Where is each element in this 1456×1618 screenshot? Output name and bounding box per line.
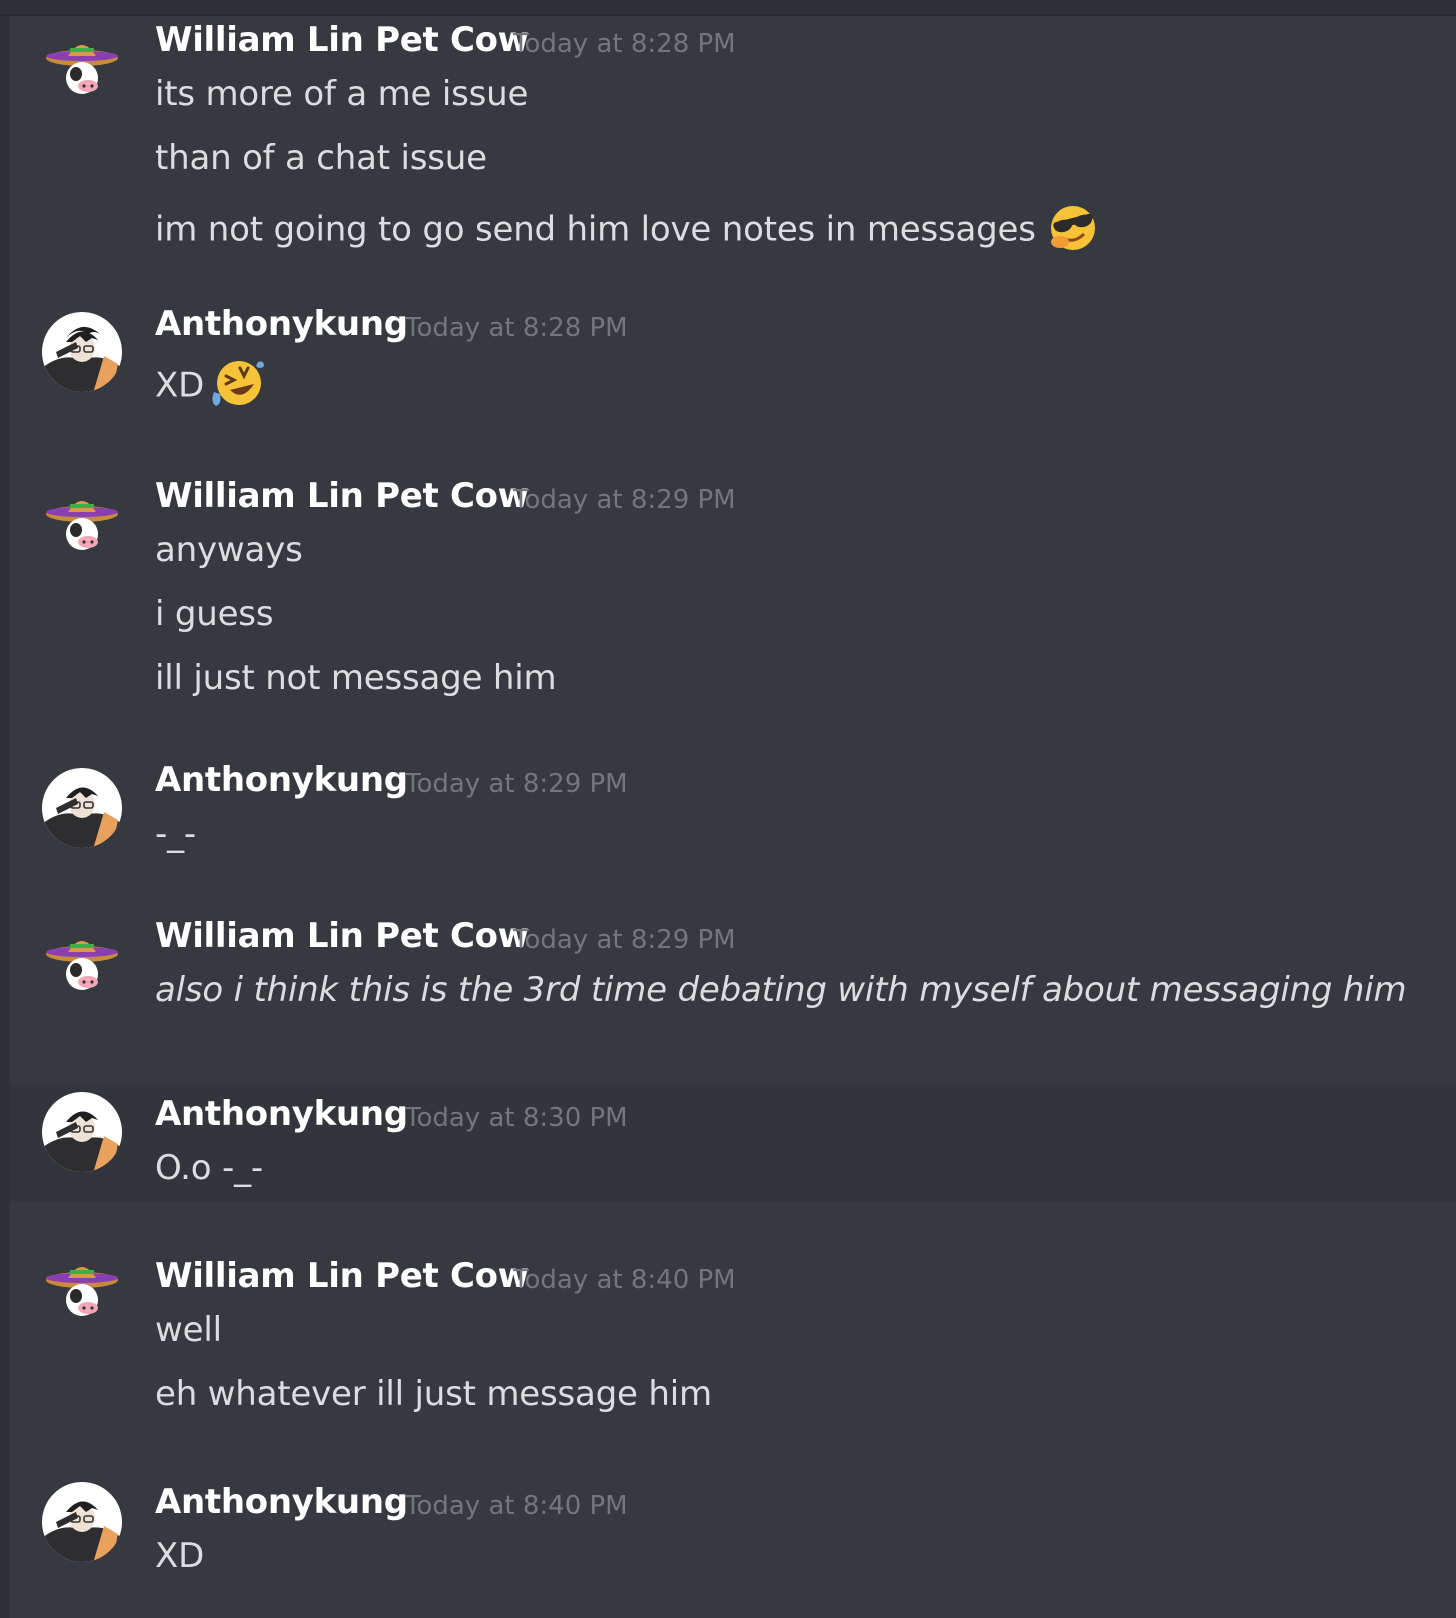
sombrero-cow-avatar[interactable] <box>42 1250 122 1330</box>
dabbing-boy-avatar[interactable] <box>42 768 122 848</box>
author-name[interactable]: William Lin Pet Cow <box>155 20 529 60</box>
author-name[interactable]: William Lin Pet Cow <box>155 916 529 956</box>
message-group[interactable]: William Lin Pet Cow Today at 8:29 PM als… <box>10 912 1456 1082</box>
message-group[interactable]: Anthonykung Today at 8:30 PM O.o -_- <box>10 1084 1456 1202</box>
rolling-on-floor-laughing-emoji[interactable] <box>208 354 266 412</box>
message-text: also i think this is the 3rd time debati… <box>155 970 1407 1010</box>
author-name[interactable]: Anthonykung <box>155 1482 408 1522</box>
message-timestamp: Today at 8:40 PM <box>513 1265 736 1295</box>
message-timestamp: Today at 8:30 PM <box>405 1103 628 1133</box>
message-text: than of a chat issue <box>155 138 487 178</box>
message-text: XD <box>155 1536 205 1576</box>
message-list[interactable]: William Lin Pet Cow Today at 8:28 PM its… <box>10 0 1456 1618</box>
sombrero-cow-avatar[interactable] <box>42 924 122 1004</box>
dabbing-boy-avatar[interactable] <box>42 1092 122 1172</box>
message-timestamp: Today at 8:29 PM <box>513 485 736 515</box>
message-group[interactable]: Anthonykung Today at 8:29 PM -_- <box>10 752 1456 882</box>
message-group[interactable]: William Lin Pet Cow Today at 8:29 PM any… <box>10 472 1456 722</box>
message-timestamp: Today at 8:40 PM <box>405 1491 628 1521</box>
author-name[interactable]: Anthonykung <box>155 304 408 344</box>
message-line: im not going to go send him love notes i… <box>155 202 1102 260</box>
dabbing-boy-avatar[interactable] <box>42 1482 122 1562</box>
message-timestamp: Today at 8:28 PM <box>405 313 628 343</box>
sunglasses-emoji[interactable] <box>1044 198 1102 256</box>
message-text: -_- <box>155 814 196 854</box>
author-name[interactable]: Anthonykung <box>155 1094 408 1134</box>
message-text: its more of a me issue <box>155 74 529 114</box>
sombrero-cow-avatar[interactable] <box>42 484 122 564</box>
author-name[interactable]: William Lin Pet Cow <box>155 476 529 516</box>
message-line: XD <box>155 358 266 416</box>
message-text: XD <box>155 365 205 406</box>
message-text: eh whatever ill just message him <box>155 1374 712 1414</box>
message-text: ill just not message him <box>155 658 557 698</box>
message-text: O.o -_- <box>155 1148 263 1188</box>
author-name[interactable]: William Lin Pet Cow <box>155 1256 529 1296</box>
author-name[interactable]: Anthonykung <box>155 760 408 800</box>
sombrero-cow-avatar[interactable] <box>42 28 122 108</box>
message-text: anyways <box>155 530 303 570</box>
message-timestamp: Today at 8:29 PM <box>405 769 628 799</box>
message-timestamp: Today at 8:28 PM <box>513 29 736 59</box>
sidebar-edge <box>0 0 10 1618</box>
message-group[interactable]: William Lin Pet Cow Today at 8:40 PM wel… <box>10 1238 1456 1428</box>
message-timestamp: Today at 8:29 PM <box>513 925 736 955</box>
message-text: i guess <box>155 594 274 634</box>
message-group[interactable]: Anthonykung Today at 8:40 PM XD <box>10 1462 1456 1612</box>
dabbing-boy-avatar[interactable] <box>42 312 122 392</box>
message-text: well <box>155 1310 222 1350</box>
message-text: im not going to go send him love notes i… <box>155 209 1036 250</box>
message-group[interactable]: Anthonykung Today at 8:28 PM XD <box>10 296 1456 431</box>
message-group[interactable]: William Lin Pet Cow Today at 8:28 PM its… <box>10 16 1456 266</box>
